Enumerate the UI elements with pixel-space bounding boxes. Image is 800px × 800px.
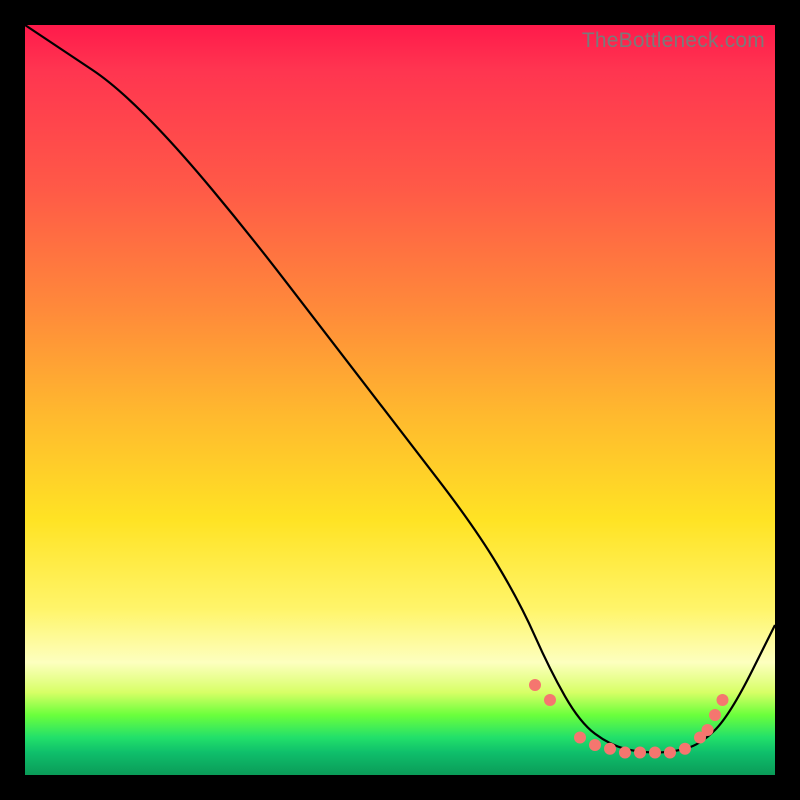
data-marker xyxy=(664,747,676,759)
data-marker xyxy=(544,694,556,706)
data-marker xyxy=(679,743,691,755)
data-marker xyxy=(574,732,586,744)
data-marker xyxy=(709,709,721,721)
data-marker xyxy=(634,747,646,759)
data-marker xyxy=(702,724,714,736)
data-marker xyxy=(589,739,601,751)
data-marker xyxy=(619,747,631,759)
data-marker xyxy=(649,747,661,759)
marker-group xyxy=(529,679,729,759)
data-marker xyxy=(604,743,616,755)
chart-frame: TheBottleneck.com xyxy=(0,0,800,800)
curve-layer xyxy=(25,25,775,775)
data-marker xyxy=(717,694,729,706)
plot-area: TheBottleneck.com xyxy=(25,25,775,775)
data-marker xyxy=(529,679,541,691)
bottleneck-curve xyxy=(25,25,775,753)
